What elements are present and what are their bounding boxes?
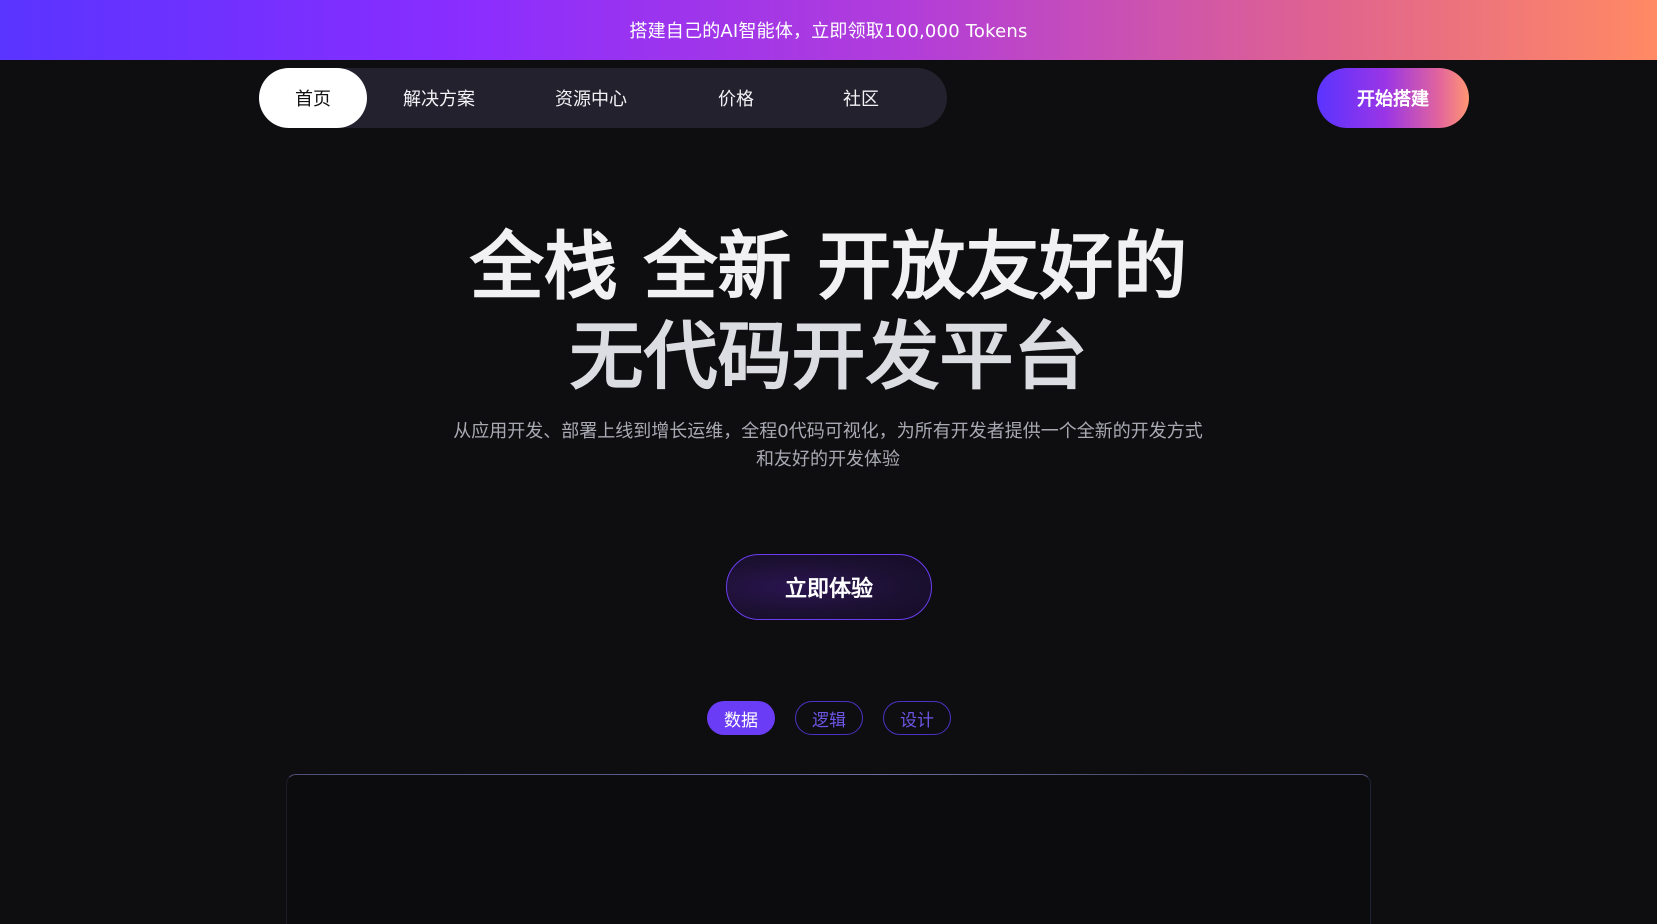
start-building-button[interactable]: 开始搭建 — [1317, 68, 1469, 128]
hero-title: 全栈 全新 开放友好的 无代码开发平台 — [0, 222, 1657, 402]
tab-logic[interactable]: 逻辑 — [795, 701, 863, 735]
hero-subtitle-line2: 和友好的开发体验 — [756, 449, 900, 470]
tab-design[interactable]: 设计 — [883, 701, 951, 735]
nav-item-home[interactable]: 首页 — [259, 68, 367, 128]
tab-data[interactable]: 数据 — [707, 701, 775, 735]
main-nav: 首页 解决方案 资源中心 价格 社区 — [259, 68, 947, 128]
hero-title-line2: 无代码开发平台 — [569, 314, 1088, 400]
hero-title-line1: 全栈 全新 开放友好的 — [469, 224, 1188, 310]
nav-item-resources[interactable]: 资源中心 — [511, 68, 671, 128]
promo-banner-text: 搭建自己的AI智能体，立即领取100,000 Tokens — [629, 21, 1028, 42]
hero-subtitle: 从应用开发、部署上线到增长运维，全程0代码可视化，为所有开发者提供一个全新的开发… — [448, 418, 1208, 474]
hero-subtitle-line1: 从应用开发、部署上线到增长运维，全程0代码可视化，为所有开发者提供一个全新的开发… — [453, 421, 1203, 442]
preview-panel — [286, 774, 1371, 924]
nav-item-pricing[interactable]: 价格 — [671, 68, 801, 128]
promo-banner[interactable]: 搭建自己的AI智能体，立即领取100,000 Tokens — [0, 0, 1657, 60]
try-now-button[interactable]: 立即体验 — [726, 554, 932, 620]
nav-item-solutions[interactable]: 解决方案 — [367, 68, 511, 128]
nav-item-community[interactable]: 社区 — [801, 68, 921, 128]
